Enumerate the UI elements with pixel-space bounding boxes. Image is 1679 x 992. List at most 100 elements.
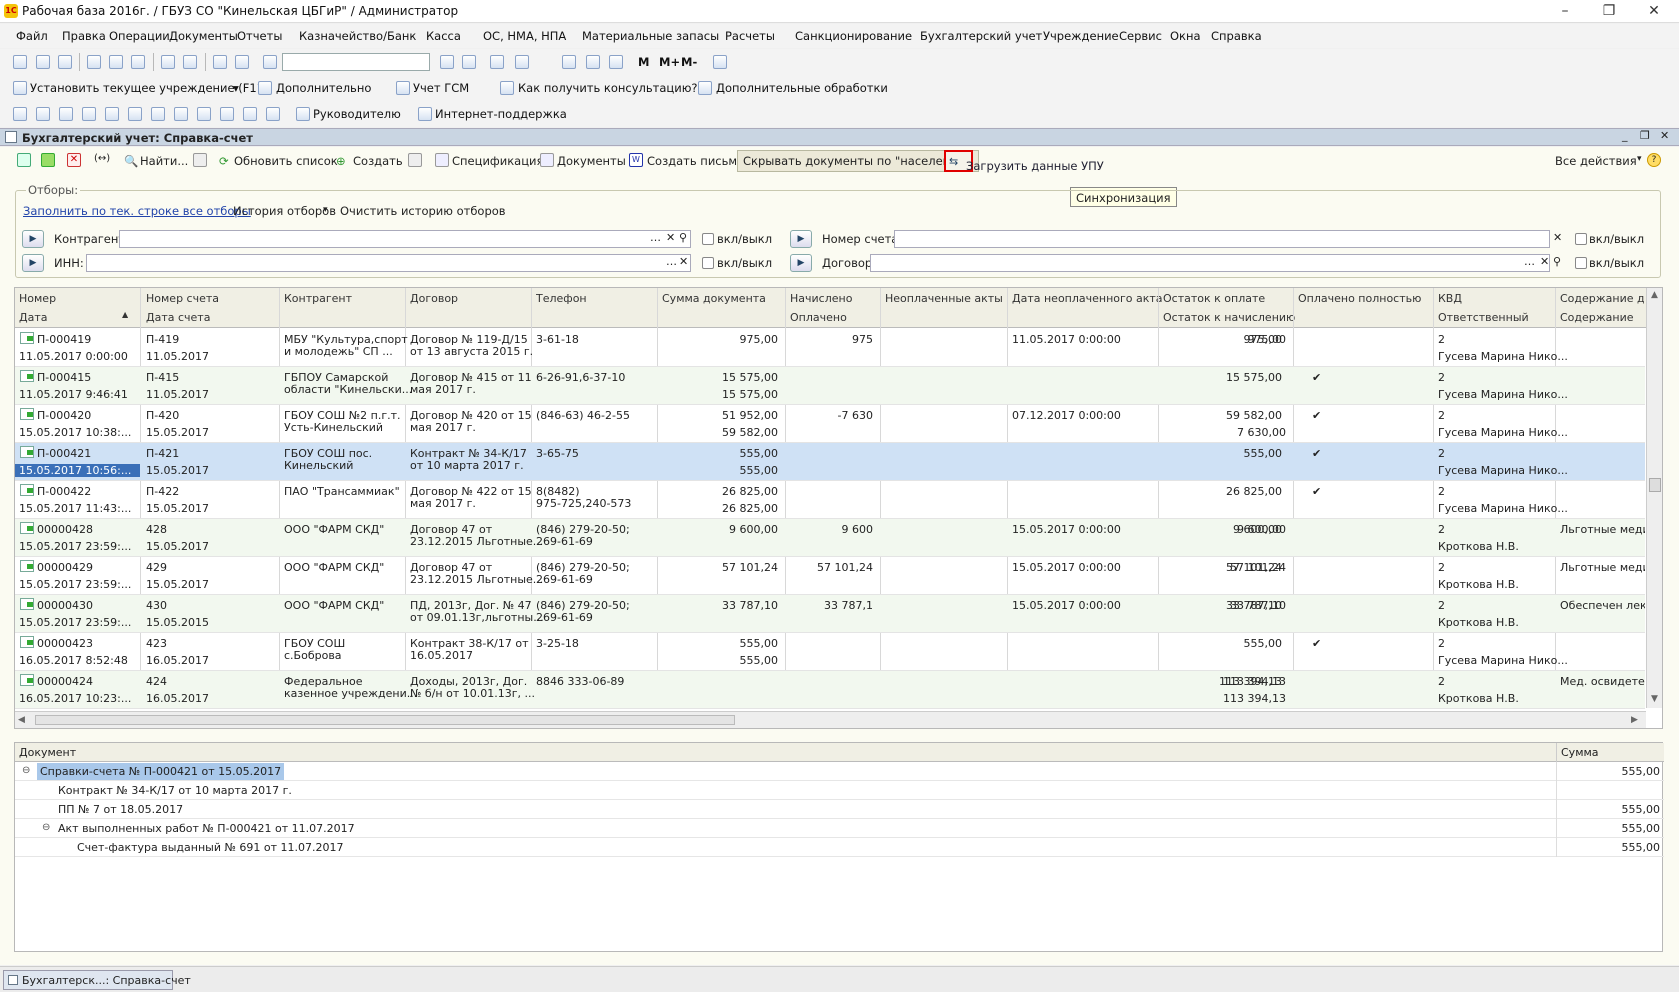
form-close-button[interactable]: ✕ (1660, 129, 1669, 142)
menu-institution[interactable]: Учреждение (1043, 29, 1119, 43)
report-icon[interactable] (174, 107, 188, 121)
col-paid[interactable]: Оплачено (790, 311, 847, 324)
col-content[interactable]: Содержание (1560, 311, 1634, 324)
redo-icon[interactable] (235, 55, 249, 69)
documents-button[interactable]: Документы (557, 154, 626, 168)
fill-filters-link[interactable]: Заполнить по тек. строке все отборы (23, 204, 251, 218)
col-balance-to-accrue[interactable]: Остаток к начислению (1163, 311, 1295, 324)
clear-icon[interactable]: ✕ (1553, 231, 1562, 244)
col-kvd[interactable]: КВД (1438, 292, 1462, 305)
consult-button[interactable]: Как получить консультацию? (518, 81, 698, 95)
search-icon[interactable]: ⚲ (679, 231, 687, 244)
col-date[interactable]: Дата (19, 311, 47, 324)
memory-m-button[interactable]: M (638, 55, 649, 69)
all-actions-menu[interactable]: Все действия (1555, 154, 1637, 168)
contragent-input[interactable] (119, 230, 691, 248)
interval-icon[interactable]: (↔) (94, 153, 110, 167)
quick-search-input[interactable] (282, 53, 430, 71)
print-icon[interactable] (161, 55, 175, 69)
apply-contract-filter-button[interactable]: ▶ (790, 254, 812, 272)
processing-menu[interactable]: Дополнительные обработки (716, 81, 888, 95)
col-balance-to-pay[interactable]: Остаток к оплате (1163, 292, 1265, 305)
collapse-icon[interactable]: ⊖ (42, 822, 50, 833)
new-icon[interactable] (13, 55, 27, 69)
add-icon[interactable] (17, 153, 31, 167)
contragent-toggle-checkbox[interactable] (702, 233, 714, 245)
filter-icon[interactable] (408, 153, 422, 167)
tree-row[interactable]: ⊖ Справки-счета № П-000421 от 15.05.2017… (15, 762, 1664, 781)
calendar-icon[interactable] (586, 55, 600, 69)
menu-accounting[interactable]: Бухгалтерский учет (920, 29, 1042, 43)
clear-history-button[interactable]: Очистить историю отборов (340, 204, 506, 218)
col-number[interactable]: Номер (19, 292, 56, 305)
contract-toggle-checkbox[interactable] (1575, 257, 1587, 269)
col-unpaid-act-date[interactable]: Дата неоплаченного акта (1012, 292, 1163, 305)
table-row[interactable]: П-000421 15.05.2017 10:56:... П-421 15.05.2… (15, 443, 1645, 481)
tree-row[interactable]: Счет-фактура выданный № 691 от 11.07.201… (15, 838, 1664, 857)
load-upu-button[interactable]: ⇆ Загрузить данные УПУ (944, 150, 1104, 173)
gsm-menu[interactable]: Учет ГСМ (413, 81, 469, 95)
close-window-button[interactable]: ✕ (1634, 0, 1674, 23)
table-row[interactable]: 00000430 15.05.2017 23:59:... 430 15.05.201… (15, 595, 1645, 633)
select-icon[interactable]: … (666, 255, 677, 268)
col-contragent[interactable]: Контрагент (284, 292, 352, 305)
menu-cash[interactable]: Касса (426, 29, 461, 43)
menu-service[interactable]: Сервис (1119, 29, 1162, 43)
clear-icon[interactable]: ✕ (1540, 255, 1549, 268)
report-icon[interactable] (13, 107, 27, 121)
search-icon[interactable] (263, 55, 277, 69)
menu-operations[interactable]: Операции (109, 29, 170, 43)
form-restore-button[interactable]: ❐ (1640, 129, 1650, 142)
col-content-doc[interactable]: Содержание до (1560, 292, 1644, 305)
contract-input[interactable] (870, 254, 1550, 272)
edit-icon[interactable] (41, 153, 55, 167)
horizontal-scrollbar[interactable]: ◀ ▶ (15, 711, 1646, 728)
calculator-icon[interactable] (562, 55, 576, 69)
delete-icon[interactable]: ✕ (67, 153, 81, 167)
help-icon[interactable]: ? (1647, 153, 1661, 167)
scroll-left-icon[interactable]: ◀ (18, 715, 25, 725)
minimize-button[interactable]: – (1545, 0, 1585, 23)
account-input[interactable] (894, 230, 1550, 248)
table-row[interactable]: 00000429 15.05.2017 23:59:... 429 15.05.201… (15, 557, 1645, 595)
maximize-button[interactable]: ❐ (1589, 0, 1629, 23)
menu-documents[interactable]: Документы (169, 29, 238, 43)
report-icon[interactable] (266, 107, 280, 121)
scroll-up-icon[interactable]: ▲ (1651, 290, 1658, 300)
undo-icon[interactable] (213, 55, 227, 69)
form-minimize-button[interactable]: _ (1622, 129, 1628, 142)
table-row[interactable]: 00000423 16.05.2017 8:52:48 423 16.05.2017 Г… (15, 633, 1645, 671)
menu-file[interactable]: Файл (16, 29, 48, 43)
col-contract[interactable]: Договор (410, 292, 458, 305)
apply-contragent-filter-button[interactable]: ▶ (22, 230, 44, 248)
chevron-down-icon[interactable]: ▾ (233, 81, 239, 95)
table-row[interactable]: П-000415 11.05.2017 9:46:41 П-415 11.05.201… (15, 367, 1645, 405)
col-phone[interactable]: Телефон (536, 292, 587, 305)
search-icon[interactable]: ⚲ (1553, 255, 1561, 268)
menu-os[interactable]: ОС, НМА, НПА (483, 29, 566, 43)
scroll-right-icon[interactable]: ▶ (1631, 715, 1638, 725)
spec-button[interactable]: Спецификация (452, 154, 543, 168)
col-fully-paid[interactable]: Оплачено полностью (1298, 292, 1421, 305)
col-responsible[interactable]: Ответственный (1438, 311, 1529, 324)
account-toggle-checkbox[interactable] (1575, 233, 1587, 245)
support-menu[interactable]: Интернет-поддержка (435, 107, 567, 121)
clear-icon[interactable]: ✕ (666, 231, 675, 244)
find-prev-icon[interactable] (462, 55, 476, 69)
create-button[interactable]: Создать (353, 154, 403, 168)
hide-population-toggle[interactable]: Скрывать документы по "населению" (737, 150, 979, 172)
save-icon[interactable] (58, 55, 72, 69)
users-icon[interactable] (609, 55, 623, 69)
report-icon[interactable] (220, 107, 234, 121)
find-button[interactable]: Найти... (140, 154, 188, 168)
menu-treasury[interactable]: Казначейство/Банк (299, 29, 416, 43)
vertical-scrollbar[interactable]: ▲ ▼ (1646, 288, 1662, 708)
clear-search-icon[interactable] (193, 153, 207, 167)
manager-menu[interactable]: Руководителю (313, 107, 401, 121)
report-icon[interactable] (36, 107, 50, 121)
report-icon[interactable] (128, 107, 142, 121)
menu-help[interactable]: Справка (1211, 29, 1262, 43)
menu-reports[interactable]: Отчеты (237, 29, 282, 43)
select-icon[interactable]: … (1524, 255, 1535, 268)
cut-icon[interactable] (87, 55, 101, 69)
